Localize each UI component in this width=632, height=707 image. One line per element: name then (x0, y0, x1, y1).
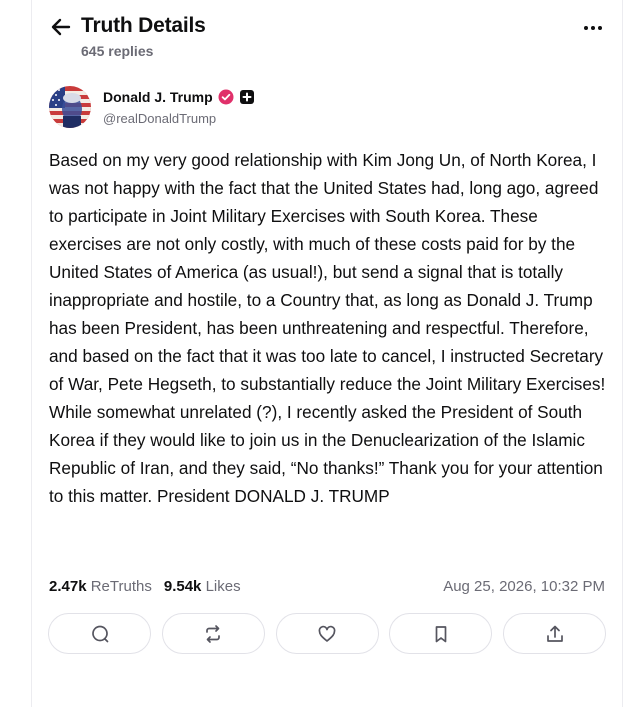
verified-badge-icon (218, 89, 234, 105)
reply-button[interactable] (48, 613, 151, 654)
avatar-image (49, 86, 91, 128)
reply-count: 645 replies (81, 43, 154, 59)
likes-stat[interactable]: 9.54k Likes (164, 578, 241, 595)
page-title: Truth Details (81, 14, 206, 37)
retruths-label: ReTruths (90, 577, 152, 595)
reply-icon (91, 625, 108, 642)
bookmark-button[interactable] (389, 613, 493, 654)
like-button[interactable] (275, 613, 379, 654)
likes-label: Likes (205, 577, 241, 595)
share-button[interactable] (503, 613, 606, 654)
post-detail-panel: Truth Details 645 replies Donald J. Trum… (31, 0, 623, 707)
avatar[interactable] (49, 86, 91, 128)
likes-count: 9.54k (163, 577, 202, 595)
post-stats: 2.47k ReTruths 9.54k Likes Aug 25, 2026,… (49, 575, 605, 597)
retruth-button[interactable] (161, 613, 265, 654)
page-header: Truth Details 645 replies (50, 12, 606, 62)
post-actions-bar (48, 613, 606, 654)
author-name-row: Donald J. Trump (103, 89, 255, 105)
more-horizontal-icon (584, 26, 588, 30)
more-options-button[interactable] (580, 18, 606, 38)
author-name[interactable]: Donald J. Trump (103, 89, 213, 105)
plus-badge-icon (239, 90, 254, 104)
share-icon (546, 625, 563, 642)
heart-icon (318, 625, 336, 642)
author-handle[interactable]: @realDonaldTrump (103, 111, 216, 126)
retruth-icon (206, 624, 221, 643)
retruths-count: 2.47k (49, 577, 87, 595)
back-button[interactable] (50, 16, 72, 38)
bookmark-icon (435, 625, 447, 642)
post-text: Based on my very good relationship with … (49, 150, 606, 506)
arrow-left-icon (51, 18, 71, 36)
post-author: Donald J. Trump @realDonaldTrump (49, 86, 606, 128)
retruths-stat[interactable]: 2.47k ReTruths (49, 578, 152, 595)
post-timestamp: Aug 25, 2026, 10:32 PM (443, 577, 605, 595)
